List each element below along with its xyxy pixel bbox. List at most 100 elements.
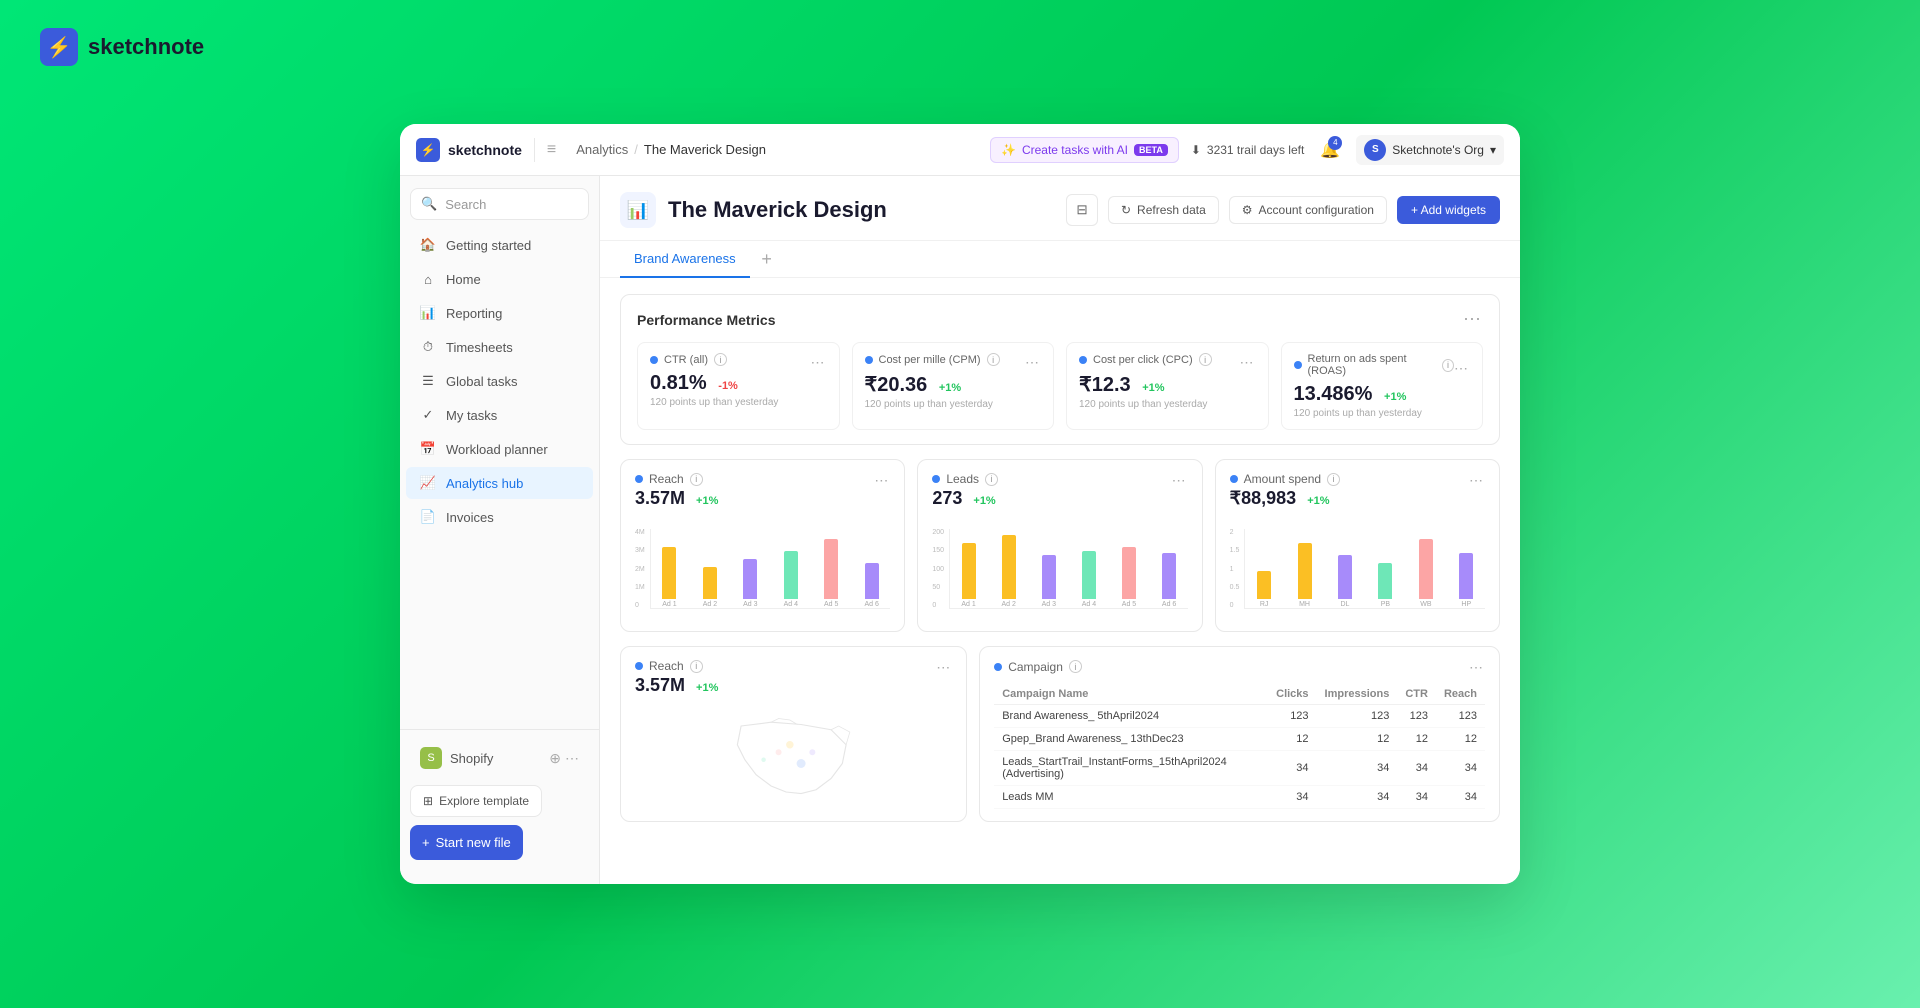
chart-label-reach: Reach i (635, 472, 718, 486)
chart-change-leads: +1% (973, 495, 995, 507)
info-icon-cpm[interactable]: i (987, 353, 1000, 366)
metric-card-header-cpm: Cost per mille (CPM) i ⋯ (865, 353, 1042, 372)
metric-card-cpc: Cost per click (CPC) i ⋯ ₹12.3 +1% 120 p… (1066, 342, 1269, 430)
account-config-button[interactable]: ⚙ Account configuration (1229, 196, 1387, 224)
org-selector[interactable]: S Sketchnote's Org ▾ (1356, 135, 1504, 165)
home-icon: ⌂ (420, 271, 436, 287)
create-tasks-button[interactable]: ✨ Create tasks with AI BETA (990, 137, 1179, 163)
start-new-file-button[interactable]: + Start new file (410, 825, 523, 860)
info-icon-reach[interactable]: i (690, 473, 703, 486)
reporting-icon: 📊 (420, 305, 436, 321)
chart-more-amount[interactable]: ⋯ (1469, 472, 1485, 489)
col-clicks: Clicks (1268, 684, 1316, 705)
info-icon-ctr[interactable]: i (714, 353, 727, 366)
metric-change-roas: +1% (1384, 391, 1406, 403)
table-row: Brand Awareness_ 5thApril2024 123 123 12… (994, 705, 1485, 728)
breadcrumb: Analytics / The Maverick Design (576, 142, 978, 157)
header-actions: ⊟ ↻ Refresh data ⚙ Account configuration… (1066, 194, 1500, 226)
campaign-more[interactable]: ⋯ (1469, 659, 1485, 676)
sidebar-item-home[interactable]: ⌂ Home (406, 263, 593, 295)
trail-days: ⬇ 3231 trail days left (1191, 143, 1304, 157)
sidebar-item-shopify[interactable]: S Shopify ⊕ ⋯ (406, 739, 593, 777)
dashboard-content: Performance Metrics ⋯ CTR (all) i (600, 278, 1520, 884)
section-more-button[interactable]: ⋯ (1463, 309, 1483, 330)
campaign-dot (994, 663, 1002, 671)
info-icon-cpc[interactable]: i (1199, 353, 1212, 366)
breadcrumb-separator: / (634, 142, 638, 157)
ctr-1: 123 (1397, 705, 1436, 728)
metric-value-roas: 13.486% +1% (1294, 383, 1471, 406)
notification-button[interactable]: 🔔 4 (1316, 136, 1344, 164)
search-bar[interactable]: 🔍 Search (410, 188, 589, 220)
tab-brand-awareness[interactable]: Brand Awareness (620, 241, 750, 278)
explore-template-label: Explore template (439, 794, 529, 808)
sidebar-item-timesheets[interactable]: ⏱ Timesheets (406, 331, 593, 363)
reach-1: 123 (1436, 705, 1485, 728)
collapse-sidebar-button[interactable]: ≡ (547, 141, 556, 159)
metric-card-header-ctr: CTR (all) i ⋯ (650, 353, 827, 372)
chart-more-reach[interactable]: ⋯ (874, 472, 890, 489)
filter-button[interactable]: ⊟ (1066, 194, 1098, 226)
shopify-add-icon[interactable]: ⊕ (549, 750, 561, 767)
sidebar-item-global-tasks[interactable]: ☰ Global tasks (406, 365, 593, 397)
timesheets-icon: ⏱ (420, 339, 436, 355)
tab-add-button[interactable]: + (754, 246, 780, 272)
metric-more-cpm[interactable]: ⋯ (1025, 354, 1041, 371)
add-widgets-button[interactable]: + Add widgets (1397, 196, 1500, 224)
analytics-hub-label: Analytics hub (446, 476, 523, 491)
metric-more-cpc[interactable]: ⋯ (1240, 354, 1256, 371)
sidebar-item-invoices[interactable]: 📄 Invoices (406, 501, 593, 533)
chart-more-leads[interactable]: ⋯ (1172, 472, 1188, 489)
sidebar-item-getting-started[interactable]: 🏠 Getting started (406, 229, 593, 261)
info-icon-amount[interactable]: i (1327, 473, 1340, 486)
table-row: Leads MM 34 34 34 34 (994, 786, 1485, 809)
page-title: The Maverick Design (668, 197, 1054, 223)
metric-change-ctr: -1% (718, 380, 738, 392)
explore-template-button[interactable]: ⊞ Explore template (410, 785, 542, 817)
campaign-name-4: Leads MM (994, 786, 1268, 809)
metric-label-ctr: CTR (all) i (650, 353, 727, 366)
map-visualization (635, 706, 952, 806)
impressions-1: 123 (1317, 705, 1398, 728)
shopify-more-icon[interactable]: ⋯ (565, 750, 579, 767)
breadcrumb-parent[interactable]: Analytics (576, 142, 628, 157)
ctr-2: 12 (1397, 728, 1436, 751)
getting-started-icon: 🏠 (420, 237, 436, 253)
org-avatar: S (1364, 139, 1386, 161)
reach-map-more[interactable]: ⋯ (936, 659, 952, 676)
sidebar-item-my-tasks[interactable]: ✓ My tasks (406, 399, 593, 431)
content-header: 📊 The Maverick Design ⊟ ↻ Refresh data ⚙… (600, 176, 1520, 241)
getting-started-label: Getting started (446, 238, 531, 253)
sidebar-item-workload-planner[interactable]: 📅 Workload planner (406, 433, 593, 465)
config-label: Account configuration (1259, 203, 1374, 217)
app-window: ⚡ sketchnote ≡ Analytics / The Maverick … (400, 124, 1520, 884)
info-icon-campaign[interactable]: i (1069, 660, 1082, 673)
metric-sub-cpc: 120 points up than yesterday (1079, 399, 1256, 410)
sidebar-bottom: S Shopify ⊕ ⋯ ⊞ Explore template + Start… (400, 729, 599, 876)
info-icon-roas[interactable]: i (1442, 359, 1454, 372)
refresh-data-button[interactable]: ↻ Refresh data (1108, 196, 1219, 224)
col-ctr: CTR (1397, 684, 1436, 705)
reach-3: 34 (1436, 751, 1485, 786)
metric-more-ctr[interactable]: ⋯ (811, 354, 827, 371)
section-title: Performance Metrics (637, 312, 776, 328)
ai-icon: ✨ (1001, 143, 1016, 157)
shopify-label: Shopify (450, 751, 493, 766)
outer-logo-icon: ⚡ (40, 28, 78, 66)
info-icon-reach-map[interactable]: i (690, 660, 703, 673)
page-icon: 📊 (620, 192, 656, 228)
chart-card-amount-spend: Amount spend i ₹88,983 +1% ⋯ (1215, 459, 1500, 632)
info-icon-leads[interactable]: i (985, 473, 998, 486)
reach-map-value: 3.57M +1% (635, 675, 718, 696)
sidebar-item-analytics-hub[interactable]: 📈 Analytics hub (406, 467, 593, 499)
campaign-table-header: Campaign Name Clicks Impressions CTR Rea… (994, 684, 1485, 705)
metric-more-roas[interactable]: ⋯ (1454, 360, 1470, 377)
reach-map-change: +1% (696, 682, 718, 694)
refresh-icon: ↻ (1121, 203, 1131, 217)
reach-dot (635, 475, 643, 483)
reporting-label: Reporting (446, 306, 502, 321)
metric-dot-roas (1294, 361, 1302, 369)
my-tasks-icon: ✓ (420, 407, 436, 423)
chart-label-amount: Amount spend i (1230, 472, 1340, 486)
sidebar-item-reporting[interactable]: 📊 Reporting (406, 297, 593, 329)
